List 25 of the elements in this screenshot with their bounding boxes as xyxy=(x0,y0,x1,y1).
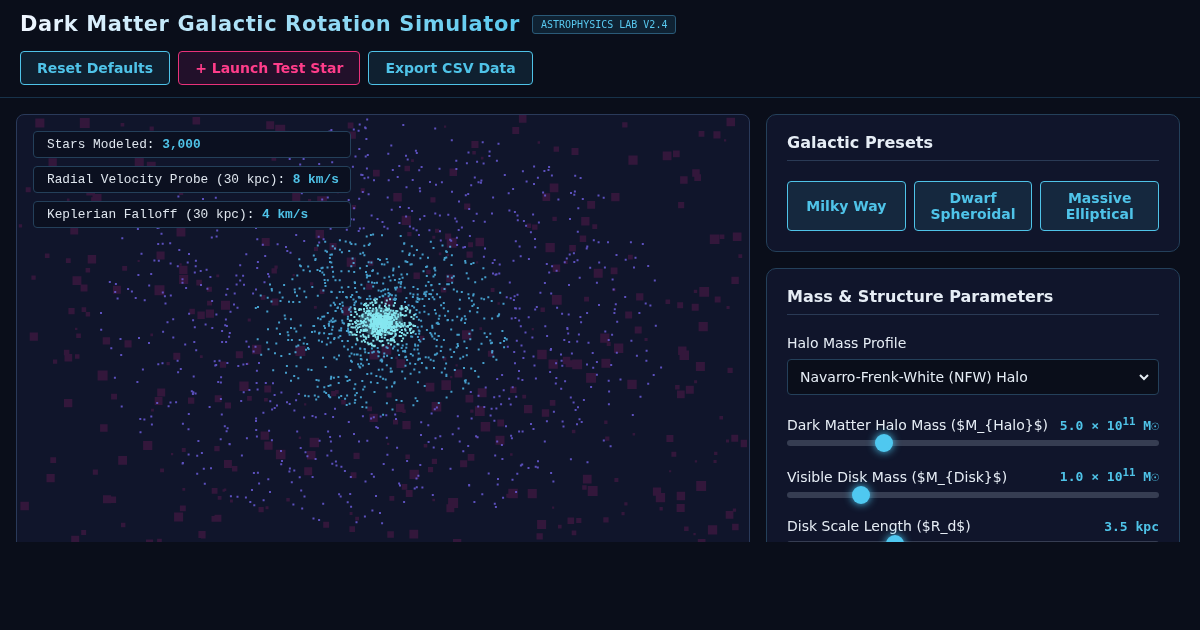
field-label: Halo Mass Profile xyxy=(787,335,908,351)
preset-button[interactable]: Milky Way xyxy=(787,181,906,231)
action-button[interactable]: Reset Defaults xyxy=(20,51,171,85)
action-button[interactable]: Export CSV Data xyxy=(368,51,533,85)
slider-thumb[interactable] xyxy=(852,485,871,504)
card-title: Mass & Structure Parameters xyxy=(787,287,1159,315)
stat-readout: Keplerian Falloff (30 kpc): 4 km/s xyxy=(33,201,351,228)
slider-thumb[interactable] xyxy=(874,434,893,453)
preset-button[interactable]: Dwarf Spheroidal xyxy=(913,181,1033,231)
slider-reading: 1.0 × 10$^{11}$ M☉ xyxy=(1059,466,1159,485)
chevron-down-icon xyxy=(1138,373,1150,381)
profile-dropdown[interactable]: Navarro-Frenk-White (NFW) Halo xyxy=(787,359,1159,395)
action-button[interactable]: + Launch Test Star xyxy=(178,51,361,85)
stat-readout: Stars Modeled: 3,000 xyxy=(33,131,351,158)
slider-label: Disk Scale Length ($R_d$) xyxy=(787,517,971,534)
version-badge: ASTROPHYSICS LAB V2.4 xyxy=(532,14,677,34)
slider-label: Visible Disk Mass ($M_{Disk}$) xyxy=(787,468,1008,485)
slider-label: Dark Matter Halo Mass ($M_{Halo}$) xyxy=(787,417,1049,434)
slider[interactable] xyxy=(787,485,1159,504)
preset-button[interactable]: Massive Elliptical xyxy=(1040,181,1159,231)
slider[interactable] xyxy=(787,434,1159,453)
slider-reading: 5.0 × 10$^{11}$ M☉ xyxy=(1059,415,1159,434)
stat-readout: Radial Velocity Probe (30 kpc): 8 km/s xyxy=(33,166,351,193)
card-title: Galactic Presets xyxy=(787,133,1159,161)
slider-reading: 3.5 kpc xyxy=(1104,518,1159,534)
